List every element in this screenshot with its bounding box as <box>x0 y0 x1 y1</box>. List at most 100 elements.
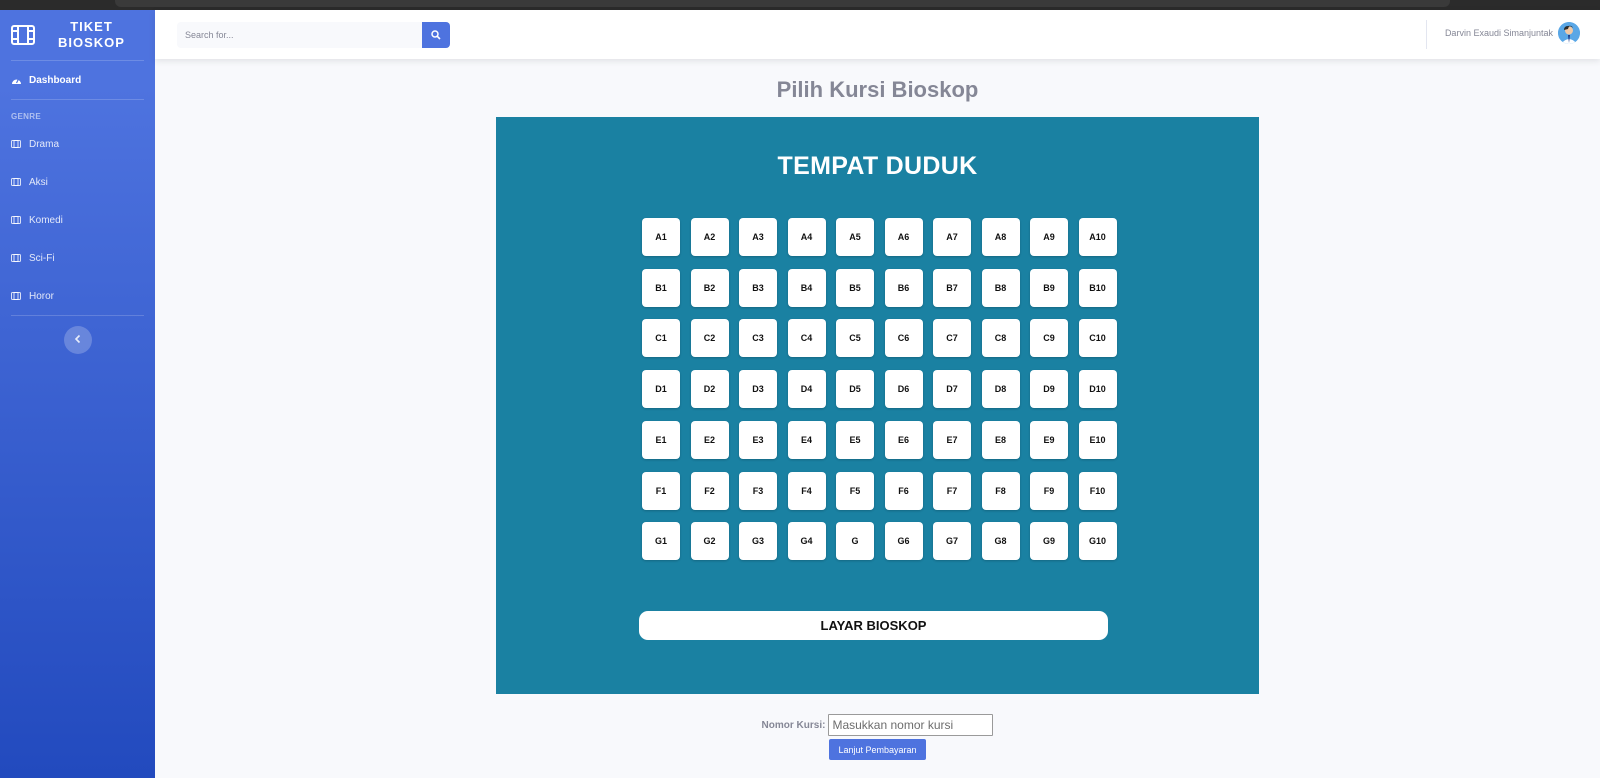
seat-button[interactable]: B8 <box>981 268 1020 307</box>
seat-button[interactable]: E7 <box>933 420 971 459</box>
sidebar-item-drama[interactable]: Drama <box>0 125 155 163</box>
seat-button[interactable]: C5 <box>836 319 874 358</box>
seat-button[interactable]: F6 <box>884 471 923 510</box>
seat-button[interactable]: C3 <box>739 319 777 358</box>
seat-button[interactable]: C1 <box>642 319 680 358</box>
sidebar-item-label: Komedi <box>29 214 63 226</box>
seat-button[interactable]: E1 <box>642 420 680 459</box>
seat-button[interactable]: G10 <box>1078 522 1117 561</box>
seat-button[interactable]: D1 <box>642 370 680 409</box>
seat-button[interactable]: A5 <box>836 218 874 256</box>
seat-button[interactable]: G7 <box>933 522 971 561</box>
seat-button[interactable]: B7 <box>933 268 971 307</box>
search-button[interactable] <box>422 22 450 48</box>
seat-button[interactable]: B3 <box>739 268 777 307</box>
seat-button[interactable]: B2 <box>690 268 729 307</box>
sidebar-item-horor[interactable]: Horor <box>0 277 155 315</box>
seat-button[interactable]: C10 <box>1078 319 1117 358</box>
seat-button[interactable]: E9 <box>1030 420 1068 459</box>
seat-button[interactable]: F1 <box>642 471 680 510</box>
avatar <box>1558 22 1580 44</box>
seat-button[interactable]: E2 <box>690 420 729 459</box>
film-icon <box>11 292 23 300</box>
brand[interactable]: TIKET BIOSKOP <box>0 10 155 60</box>
seat-button[interactable]: B10 <box>1078 268 1117 307</box>
sidebar-item-label: Dashboard <box>29 74 82 86</box>
seat-button[interactable]: D3 <box>739 370 777 409</box>
seat-button[interactable]: E3 <box>739 420 777 459</box>
search-input[interactable] <box>177 22 422 48</box>
seat-button[interactable]: G3 <box>739 522 777 561</box>
seat-button[interactable]: C6 <box>884 319 923 358</box>
seat-map-panel: TEMPAT DUDUK A1 A2 A3 A4 A5 A6 A7 A8 A9 A10 B1 B2 B3… <box>496 117 1259 694</box>
seat-button[interactable]: D2 <box>690 370 729 409</box>
film-icon <box>11 254 23 262</box>
sidebar-divider <box>11 315 144 316</box>
seat-button[interactable]: F2 <box>690 471 729 510</box>
seat-button[interactable]: A6 <box>884 218 923 256</box>
seat-button[interactable]: C2 <box>690 319 729 358</box>
seat-button[interactable]: D6 <box>884 370 923 409</box>
seat-button[interactable]: A7 <box>933 218 971 256</box>
film-icon <box>11 178 23 186</box>
seat-button[interactable]: A9 <box>1030 218 1068 256</box>
seat-button[interactable]: G6 <box>884 522 923 561</box>
seat-button[interactable]: C7 <box>933 319 971 358</box>
browser-chrome <box>0 0 1600 10</box>
seat-button[interactable]: G2 <box>690 522 729 561</box>
seat-button[interactable]: G8 <box>981 522 1020 561</box>
sidebar-item-komedi[interactable]: Komedi <box>0 201 155 239</box>
seat-button[interactable]: A2 <box>690 218 729 256</box>
sidebar: TIKET BIOSKOP Dashboard GENRE Drama Aksi… <box>0 10 155 778</box>
seat-button[interactable]: B6 <box>884 268 923 307</box>
seat-button[interactable]: B4 <box>787 268 826 307</box>
seat-button[interactable]: G <box>836 522 874 561</box>
continue-payment-button[interactable]: Lanjut Pembayaran <box>829 739 926 760</box>
film-icon <box>11 216 23 224</box>
seat-map-title: TEMPAT DUDUK <box>777 152 978 180</box>
seat-button[interactable]: G9 <box>1030 522 1068 561</box>
seat-button[interactable]: F10 <box>1078 471 1117 510</box>
seat-button[interactable]: G1 <box>642 522 680 561</box>
user-menu[interactable]: Darvin Exaudi Simanjuntak <box>1445 22 1580 44</box>
seat-button[interactable]: C9 <box>1030 319 1068 358</box>
seat-number-input[interactable] <box>828 714 994 736</box>
sidebar-item-label: Sci-Fi <box>29 252 55 264</box>
sidebar-toggle-button[interactable] <box>63 326 92 354</box>
seat-button[interactable]: D10 <box>1078 370 1117 409</box>
seat-button[interactable]: B5 <box>836 268 874 307</box>
seat-button[interactable]: B1 <box>642 268 680 307</box>
seat-button[interactable]: A10 <box>1078 218 1117 256</box>
seat-button[interactable]: C4 <box>787 319 826 358</box>
seat-button[interactable]: E10 <box>1078 420 1117 459</box>
seat-button[interactable]: E4 <box>787 420 826 459</box>
brand-line-1: TIKET <box>70 19 113 34</box>
seat-button[interactable]: D7 <box>933 370 971 409</box>
seat-button[interactable]: E5 <box>836 420 874 459</box>
sidebar-item-dashboard[interactable]: Dashboard <box>0 61 155 99</box>
seat-button[interactable]: G4 <box>787 522 826 561</box>
sidebar-item-aksi[interactable]: Aksi <box>0 163 155 201</box>
seat-button[interactable]: F9 <box>1030 471 1068 510</box>
seat-button[interactable]: F4 <box>787 471 826 510</box>
seat-button[interactable]: E8 <box>981 420 1020 459</box>
seat-button[interactable]: D9 <box>1030 370 1068 409</box>
seat-button[interactable]: D4 <box>787 370 826 409</box>
film-icon <box>10 22 36 48</box>
seat-button[interactable]: F5 <box>836 471 874 510</box>
seat-button[interactable]: D5 <box>836 370 874 409</box>
sidebar-item-sci-fi[interactable]: Sci-Fi <box>0 239 155 277</box>
seat-button[interactable]: B9 <box>1030 268 1068 307</box>
seat-button[interactable]: F3 <box>739 471 777 510</box>
search-icon <box>431 28 441 43</box>
seat-button[interactable]: D8 <box>981 370 1020 409</box>
seat-button[interactable]: A8 <box>981 218 1020 256</box>
seat-button[interactable]: F7 <box>933 471 971 510</box>
seat-button[interactable]: A4 <box>787 218 826 256</box>
seat-button[interactable]: F8 <box>981 471 1020 510</box>
seat-button[interactable]: A3 <box>739 218 777 256</box>
browser-tab-strip <box>115 0 1450 7</box>
seat-button[interactable]: A1 <box>642 218 680 256</box>
seat-button[interactable]: E6 <box>884 420 923 459</box>
seat-button[interactable]: C8 <box>981 319 1020 358</box>
